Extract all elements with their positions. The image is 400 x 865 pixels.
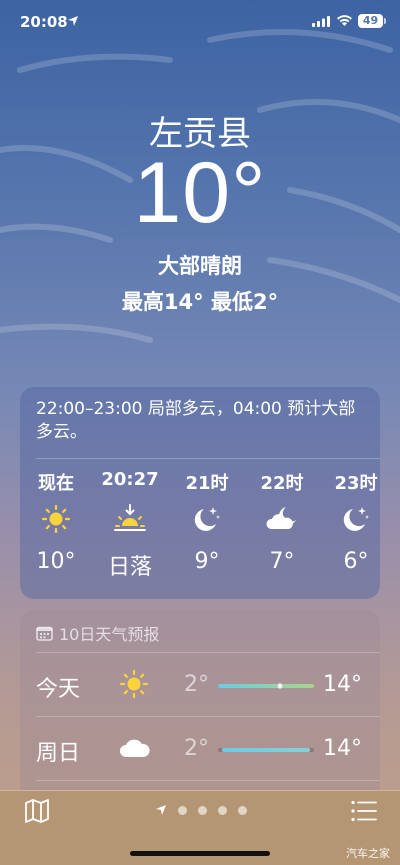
cloud-moon-icon [266, 507, 296, 529]
hourly-forecast-card[interactable]: 22:00–23:00 局部多云，04:00 预计大部多云。 现在 10° 20… [20, 387, 380, 599]
hour-label: 23时 [334, 473, 378, 494]
divider [36, 458, 380, 459]
hour-item: 现在 10° [18, 469, 94, 574]
watermark-text: 汽车之家 [346, 847, 390, 860]
moon-stars-icon [343, 507, 369, 531]
ten-day-heading: 10日天气预报 [36, 621, 159, 645]
day-row[interactable]: 周日 2° 14° [20, 717, 380, 781]
calendar-icon [36, 626, 53, 641]
day-low-temp: 2° [184, 672, 209, 697]
status-time: 20:08 [20, 13, 68, 31]
map-icon[interactable] [24, 798, 50, 824]
hour-label: 21时 [185, 473, 229, 494]
current-temp-marker [277, 683, 284, 689]
hour-item: 21时 9° [169, 469, 245, 574]
battery-tip [384, 18, 386, 24]
hour-item: 20:27 日落 [92, 469, 168, 581]
condition-text: 大部晴朗 [158, 254, 242, 278]
location-arrow-icon [156, 805, 166, 815]
status-bar: 20:08 49 [0, 0, 400, 48]
page-dot [218, 805, 227, 815]
hour-temp: 9° [194, 549, 220, 574]
hour-temp: 7° [269, 549, 295, 574]
battery-indicator: 49 [358, 14, 383, 28]
cellular-signal-icon [312, 16, 330, 27]
hour-item: 23时 6° [318, 469, 394, 574]
page-indicator[interactable] [155, 804, 247, 816]
page-dot [238, 805, 247, 815]
forecast-summary: 22:00–23:00 局部多云，04:00 预计大部多云。 [36, 399, 356, 442]
day-name: 今天 [36, 677, 81, 702]
page-dot [178, 805, 187, 815]
hourly-scroll[interactable]: 现在 10° 20:27 日落 21时 9° 22时 7° 23时 6° [20, 469, 380, 589]
hour-temp: 10° [36, 549, 76, 574]
page-dot [198, 805, 207, 815]
temperature-range-fill [218, 684, 314, 688]
cloud-icon [120, 739, 150, 757]
day-low-temp: 2° [184, 736, 209, 761]
temperature-range-bar [218, 683, 314, 689]
day-row[interactable]: 今天 2° 14° [20, 653, 380, 717]
ten-day-forecast-card[interactable]: 10日天气预报 今天 2° 14° 周日 2° 14° [20, 610, 380, 810]
location-arrow-icon [68, 16, 78, 26]
current-temperature: 10° [133, 145, 267, 241]
wifi-icon [337, 15, 352, 26]
sun-icon [119, 669, 149, 699]
toolbar-divider [0, 790, 400, 791]
temperature-range-bar [218, 748, 314, 752]
day-name: 周日 [36, 741, 81, 766]
sunset-icon [114, 504, 146, 531]
day-high-temp: 14° [323, 736, 362, 761]
list-icon[interactable] [351, 800, 377, 822]
hour-label: 22时 [260, 473, 304, 494]
sun-icon [41, 504, 71, 534]
hour-label: 现在 [38, 473, 74, 494]
ten-day-heading-label: 10日天气预报 [59, 625, 160, 644]
day-high-temp: 14° [323, 672, 362, 697]
divider [36, 780, 380, 781]
high-low-text: 最高14° 最低2° [121, 290, 279, 314]
hour-temp: 6° [343, 549, 369, 574]
hour-item: 22时 7° [244, 469, 320, 574]
home-indicator [130, 851, 270, 856]
hour-temp: 日落 [107, 555, 152, 580]
hour-label: 20:27 [101, 469, 159, 490]
temperature-range-fill [222, 748, 310, 752]
moon-stars-icon [194, 507, 220, 531]
